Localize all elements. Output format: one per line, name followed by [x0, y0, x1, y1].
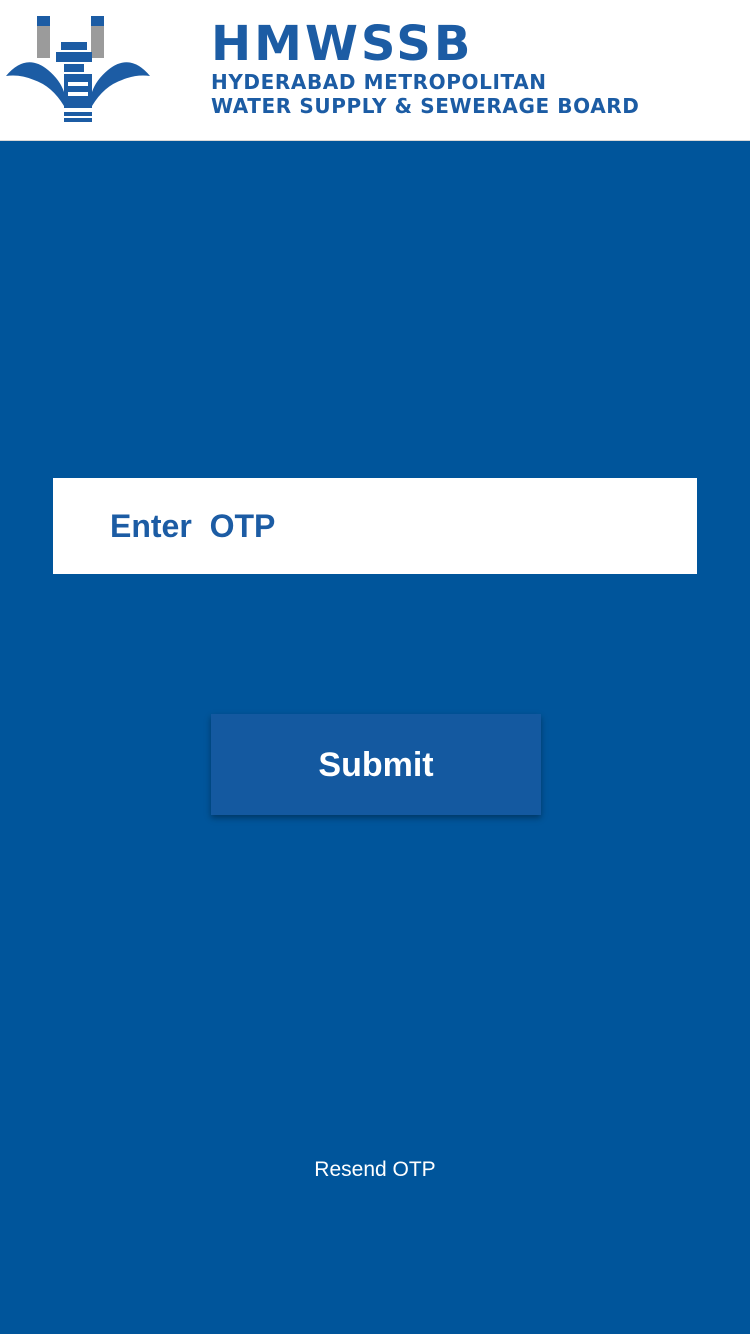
- app-header: HMWSSB HYDERABAD METROPOLITAN WATER SUPP…: [0, 0, 750, 141]
- brand-subtitle-line-1: HYDERABAD METROPOLITAN: [211, 70, 547, 94]
- otp-field-container: [53, 478, 697, 574]
- brand-block: HMWSSB HYDERABAD METROPOLITAN WATER SUPP…: [211, 18, 640, 118]
- brand-subtitle-line-2: WATER SUPPLY & SEWERAGE BOARD: [211, 94, 640, 118]
- submit-button[interactable]: Submit: [211, 714, 541, 815]
- brand-title: HMWSSB: [211, 16, 474, 72]
- hmwssb-logo-icon: [6, 16, 150, 122]
- resend-otp-link[interactable]: Resend OTP: [0, 1156, 750, 1184]
- otp-input[interactable]: [53, 478, 697, 574]
